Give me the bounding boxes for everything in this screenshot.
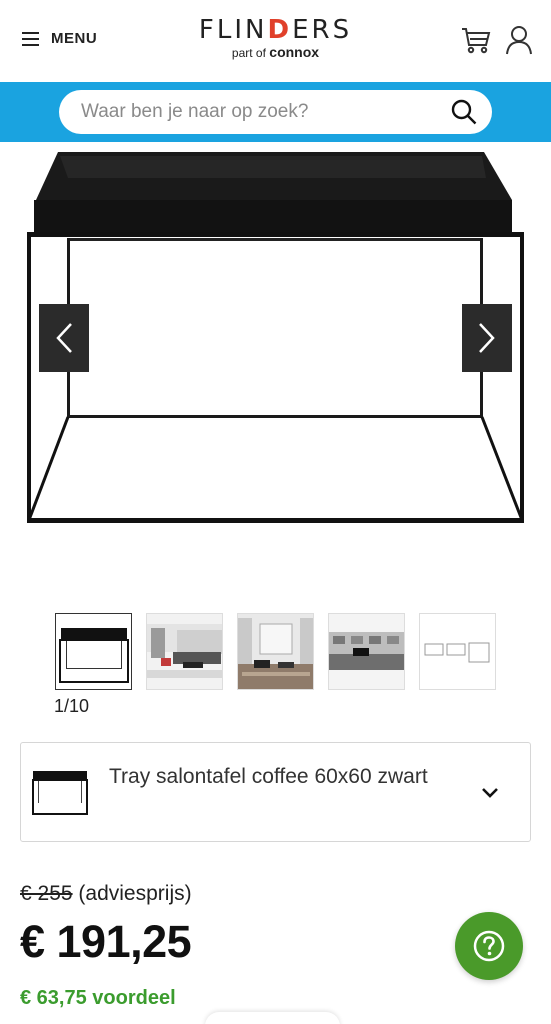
chevron-down-icon bbox=[482, 788, 498, 798]
search-bar bbox=[0, 82, 551, 142]
menu-label: MENU bbox=[51, 30, 98, 47]
bottom-drawer-handle[interactable] bbox=[205, 1012, 340, 1024]
question-icon bbox=[473, 930, 505, 962]
window-room-thumbnail bbox=[238, 614, 313, 689]
variant-thumbnail bbox=[32, 771, 88, 815]
saving-amount: € 63,75 voordeel bbox=[20, 987, 176, 1009]
help-button[interactable] bbox=[455, 912, 523, 980]
recommended-price: € 255 (adviesprijs) bbox=[20, 882, 192, 906]
thumbnail-strip bbox=[55, 613, 500, 691]
tray-table-thumbnail bbox=[59, 628, 129, 683]
thumbnail-2[interactable] bbox=[146, 613, 223, 690]
chevron-left-icon bbox=[56, 323, 72, 353]
user-icon bbox=[506, 26, 532, 55]
image-counter: 1/10 bbox=[54, 696, 90, 716]
search-icon[interactable] bbox=[450, 98, 478, 126]
chevron-right-icon bbox=[479, 323, 495, 353]
showroom-thumbnail bbox=[329, 614, 404, 689]
search-box bbox=[59, 90, 492, 134]
logo-wordmark: FLINDERS bbox=[198, 15, 353, 45]
living-room-thumbnail bbox=[147, 614, 222, 689]
thumbnail-5[interactable] bbox=[419, 613, 496, 690]
thumbnail-1[interactable] bbox=[55, 613, 132, 690]
current-price: € 191,25 bbox=[20, 916, 192, 967]
cart-icon bbox=[462, 28, 491, 54]
site-header: MENU FLINDERS part of connox bbox=[0, 0, 551, 82]
thumbnail-4[interactable] bbox=[328, 613, 405, 690]
search-input[interactable] bbox=[59, 90, 429, 134]
cart-button[interactable] bbox=[460, 24, 492, 56]
thumbnail-3[interactable] bbox=[237, 613, 314, 690]
next-image-button[interactable] bbox=[462, 304, 512, 372]
menu-button[interactable]: MENU bbox=[22, 30, 97, 47]
old-price-value: € 255 bbox=[20, 882, 73, 905]
variant-select[interactable]: Tray salontafel coffee 60x60 zwart bbox=[20, 742, 531, 842]
previous-image-button[interactable] bbox=[39, 304, 89, 372]
logo-tagline: part of connox bbox=[231, 44, 320, 60]
size-overview-thumbnail bbox=[420, 614, 495, 689]
hamburger-icon bbox=[22, 31, 39, 46]
variant-label: Tray salontafel coffee 60x60 zwart bbox=[109, 765, 428, 788]
old-price-note: (adviesprijs) bbox=[78, 882, 192, 905]
site-logo[interactable]: FLINDERS part of connox bbox=[198, 16, 353, 61]
account-button[interactable] bbox=[503, 24, 535, 56]
product-image[interactable] bbox=[0, 142, 551, 582]
